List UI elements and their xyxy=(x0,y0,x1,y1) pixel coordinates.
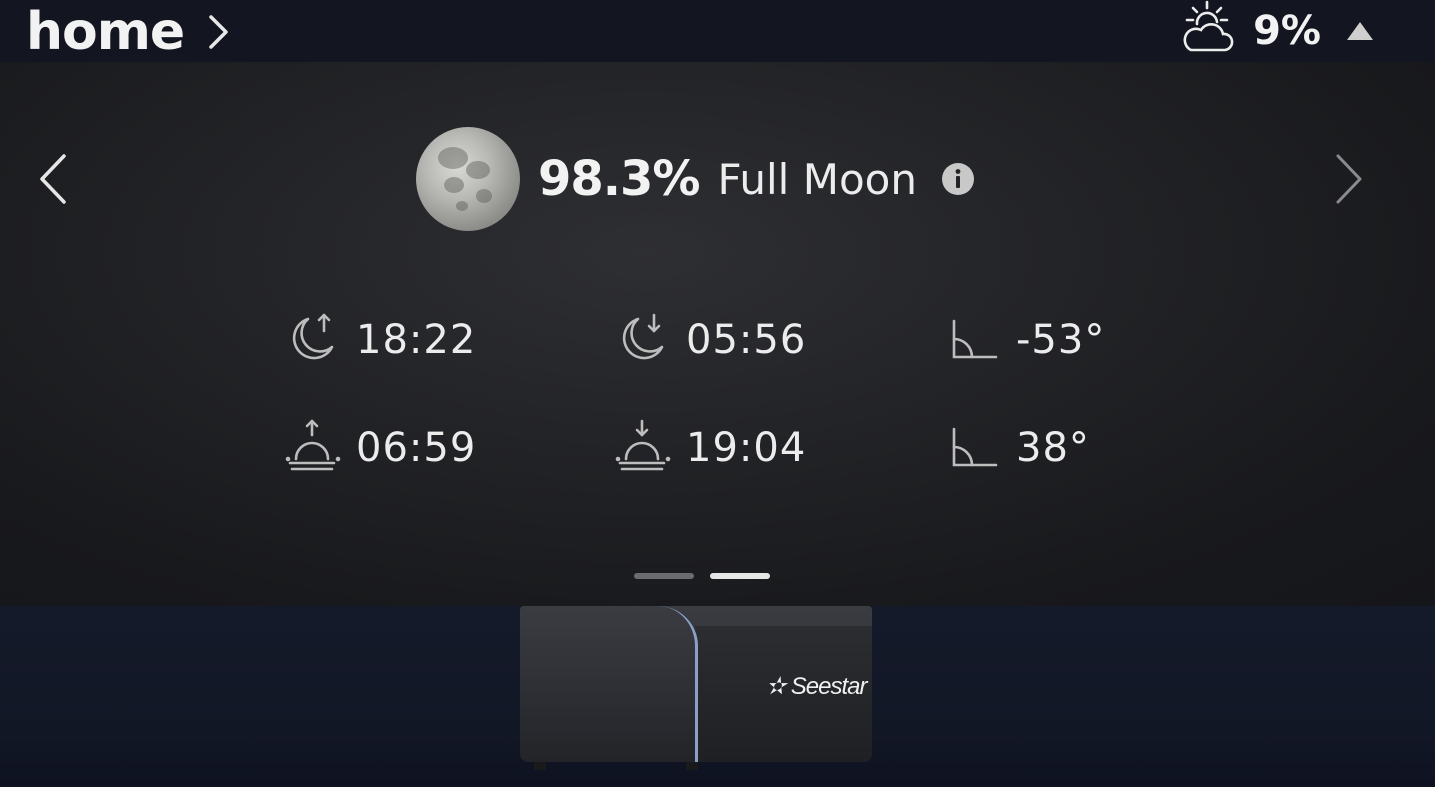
angle-icon xyxy=(944,417,1002,479)
sunrise-icon xyxy=(284,417,342,479)
moonset-stat: 05:56 xyxy=(614,310,806,370)
weather-value: 9% xyxy=(1253,8,1321,54)
chevron-left-icon[interactable] xyxy=(36,150,70,208)
chevron-right-icon xyxy=(206,12,232,52)
moon-summary: 98.3% Full Moon xyxy=(416,126,975,232)
triangle-up-icon[interactable] xyxy=(1345,20,1375,42)
info-icon[interactable] xyxy=(941,162,975,196)
page-indicator[interactable] xyxy=(634,573,770,579)
sunrise-stat: 06:59 xyxy=(284,418,476,478)
weather-widget[interactable]: 9% xyxy=(1177,0,1375,62)
moon-image xyxy=(416,127,520,231)
device-brand: ✫ Seestar xyxy=(766,673,867,700)
sunset-stat: 19:04 xyxy=(614,418,806,478)
sunset-icon xyxy=(614,417,672,479)
partly-cloudy-icon xyxy=(1177,0,1239,64)
moonrise-stat: 18:22 xyxy=(284,310,476,370)
page-title: home xyxy=(26,2,185,62)
moon-altitude-stat: -53° xyxy=(944,310,1105,370)
sun-altitude: 38° xyxy=(1016,425,1090,471)
moonset-icon xyxy=(614,309,672,371)
sunset-time: 19:04 xyxy=(686,425,807,471)
seestar-device-image: ✫ Seestar xyxy=(520,606,872,770)
moonrise-icon xyxy=(284,309,342,371)
moonset-time: 05:56 xyxy=(686,317,807,363)
angle-icon xyxy=(944,309,1002,371)
moon-altitude: -53° xyxy=(1016,317,1106,363)
moonrise-time: 18:22 xyxy=(356,317,477,363)
page-dot-active[interactable] xyxy=(710,573,770,579)
moon-illumination: 98.3% xyxy=(538,151,701,207)
breadcrumb[interactable]: home xyxy=(26,2,232,62)
page-dot[interactable] xyxy=(634,573,694,579)
moon-phase: Full Moon xyxy=(717,154,917,204)
chevron-right-icon[interactable] xyxy=(1332,150,1366,208)
sun-altitude-stat: 38° xyxy=(944,418,1090,478)
sunrise-time: 06:59 xyxy=(356,425,477,471)
